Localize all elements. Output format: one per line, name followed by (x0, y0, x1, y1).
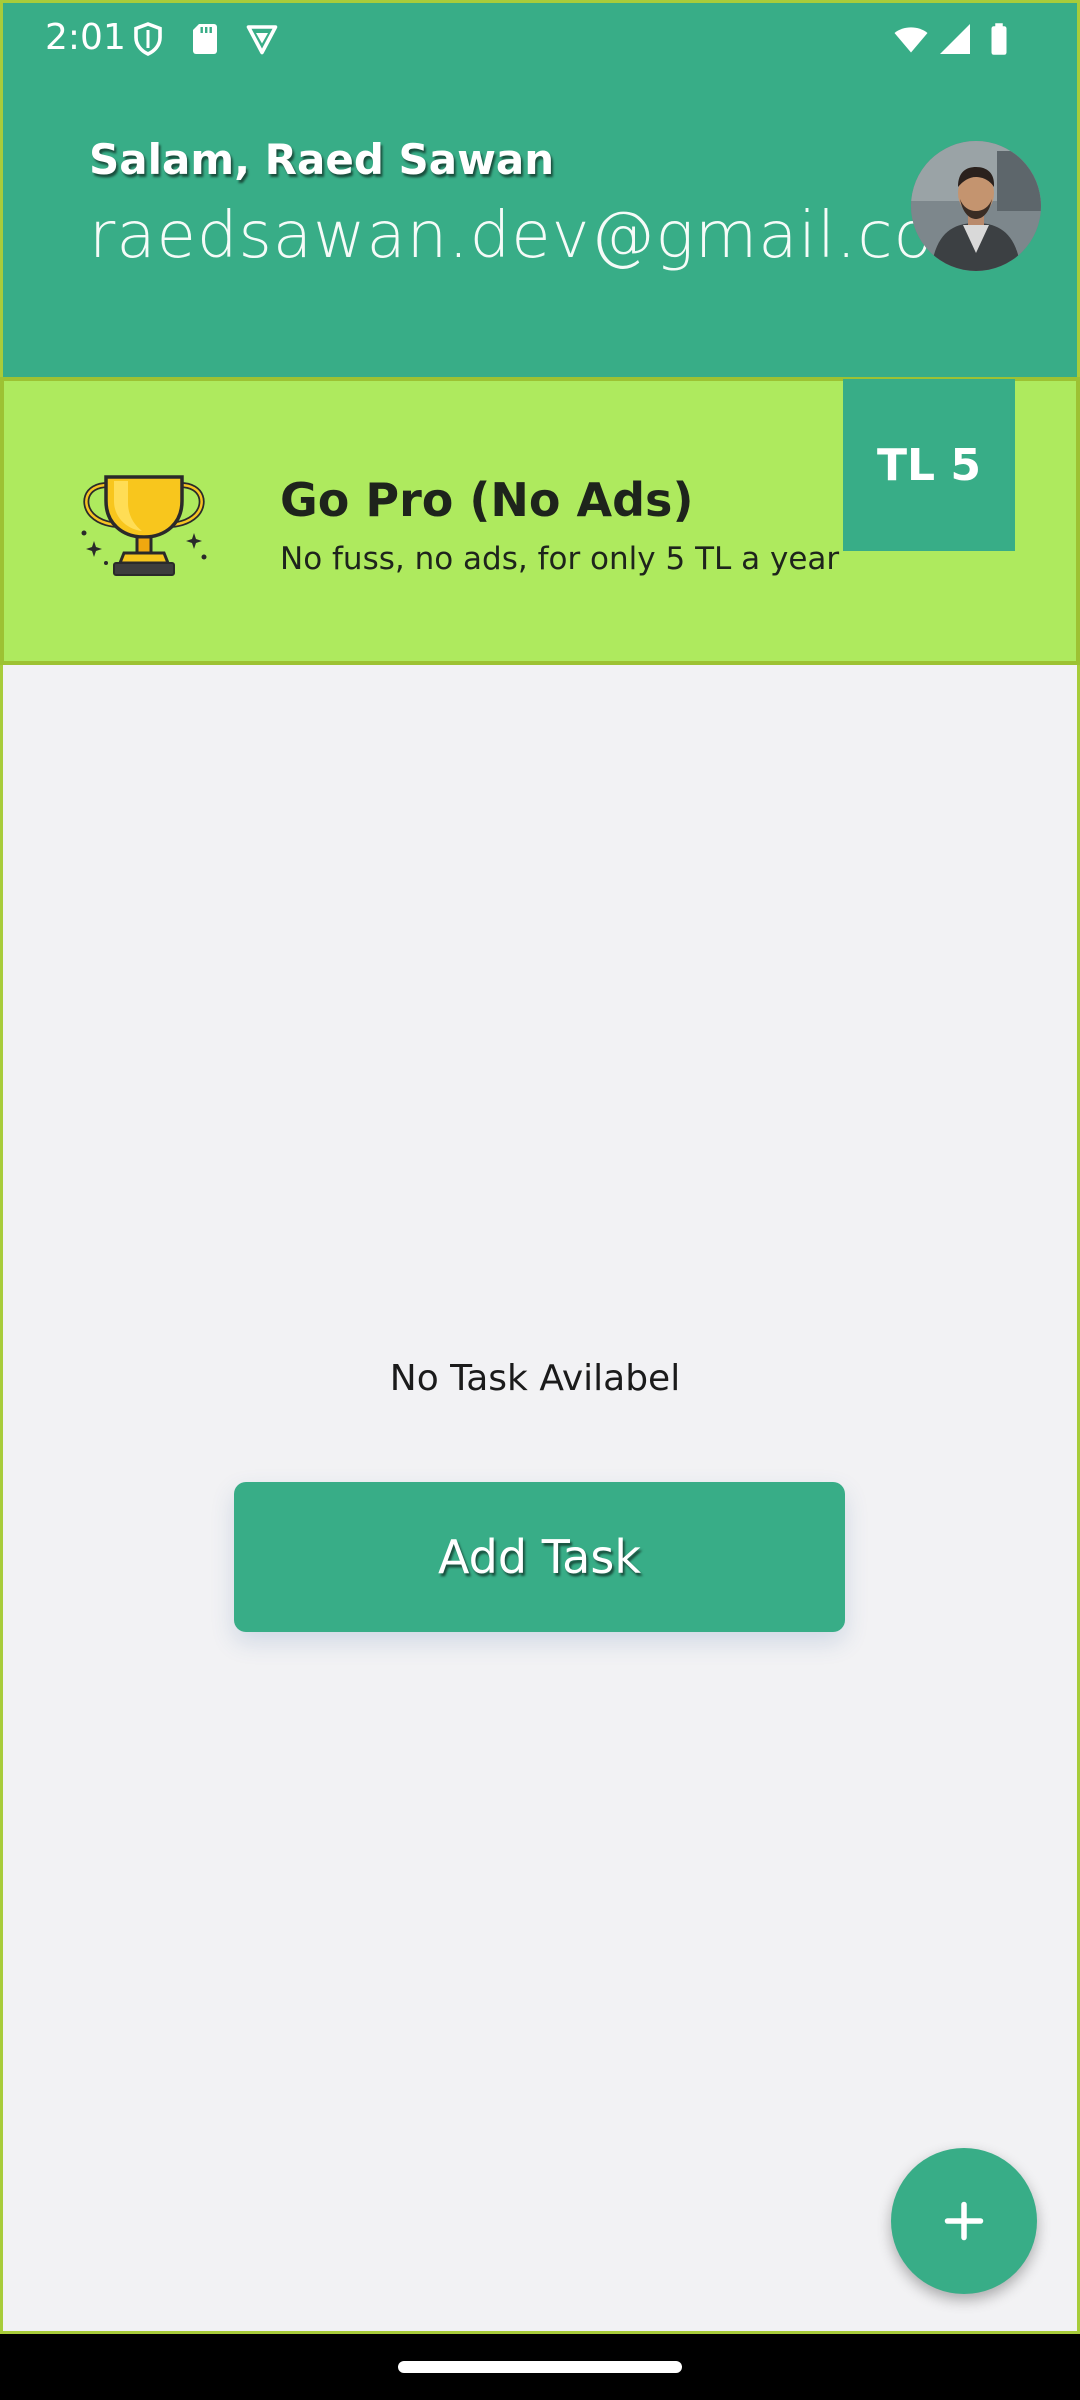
add-task-label: Add Task (438, 1530, 641, 1584)
promo-title: Go Pro (No Ads) (280, 473, 694, 527)
add-fab-button[interactable] (891, 2148, 1037, 2294)
sd-card-icon (193, 24, 217, 54)
profile-photo (911, 141, 1041, 271)
price-badge[interactable]: TL 5 (843, 379, 1015, 551)
status-bar: 2:01 (3, 3, 1080, 75)
user-email: raedsawan.dev@gmail.com (89, 199, 997, 273)
greeting-text: Salam, Raed Sawan (89, 135, 555, 184)
vpn-icon (246, 25, 278, 55)
battery-icon (991, 23, 1007, 55)
navigation-bar (0, 2334, 1080, 2400)
status-time: 2:01 (45, 17, 126, 58)
empty-state-message: No Task Avilabel (389, 1358, 681, 1399)
header: 2:01 Salam, Raed Sawan raedsawan.dev@gma… (0, 0, 1080, 377)
trophy-icon (81, 475, 207, 576)
avatar[interactable] (911, 141, 1041, 271)
wifi-icon (894, 27, 928, 53)
promo-subtitle: No fuss, no ads, for only 5 TL a year (280, 541, 840, 577)
signal-icon (940, 24, 970, 54)
go-pro-banner[interactable]: Go Pro (No Ads) No fuss, no ads, for onl… (0, 377, 1080, 665)
shield-icon (134, 22, 162, 56)
home-indicator[interactable] (398, 2361, 682, 2373)
add-task-button[interactable]: Add Task (234, 1482, 845, 1632)
plus-icon (944, 2201, 984, 2241)
